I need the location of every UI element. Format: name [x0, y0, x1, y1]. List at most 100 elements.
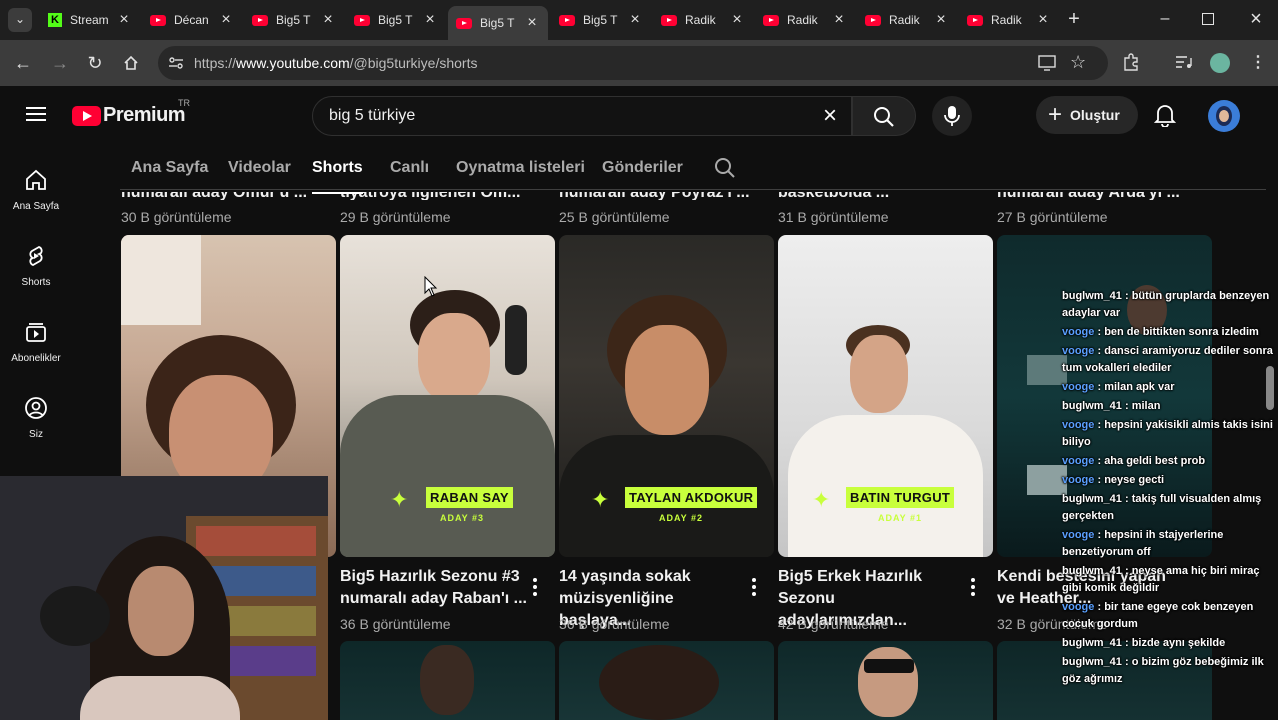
- hamburger-icon: [26, 107, 46, 121]
- chat-message: buglwm_41 : bütün gruplarda benzeyen ada…: [1062, 290, 1270, 319]
- youtube-icon: [763, 14, 779, 26]
- browser-tab[interactable]: Radik ×: [653, 6, 753, 34]
- extensions-icon[interactable]: [1122, 53, 1140, 71]
- browser-menu-button[interactable]: ⋮: [1250, 53, 1266, 73]
- close-icon[interactable]: ×: [422, 11, 438, 29]
- sidebar-item-label: Abonelikler: [11, 353, 61, 364]
- new-tab-button[interactable]: +: [1064, 8, 1084, 32]
- microphone-icon: [944, 106, 960, 126]
- close-icon[interactable]: ×: [729, 11, 745, 29]
- tab-title: Big5 T: [378, 13, 413, 27]
- bookmark-star-icon[interactable]: ☆: [1070, 52, 1086, 73]
- address-bar[interactable]: https://www.youtube.com/@big5turkiye/sho…: [158, 46, 1108, 80]
- close-icon[interactable]: ×: [116, 11, 132, 29]
- short-thumbnail[interactable]: ✦ TAYLAN AKDOKUR ADAY #2: [559, 235, 774, 557]
- browser-tab[interactable]: Radik ×: [857, 6, 957, 34]
- restore-button[interactable]: [1202, 13, 1214, 25]
- search-input[interactable]: big 5 türkiye ×: [312, 96, 852, 136]
- install-app-icon[interactable]: [1038, 55, 1056, 71]
- close-icon[interactable]: ×: [831, 11, 847, 29]
- sparkle-icon: ✦: [812, 487, 831, 512]
- menu-button[interactable]: [26, 106, 46, 122]
- browser-tab[interactable]: Décan ×: [142, 6, 242, 34]
- close-icon[interactable]: ×: [218, 11, 234, 29]
- media-control-icon[interactable]: [1175, 55, 1193, 69]
- browser-tab[interactable]: K Stream ×: [40, 6, 140, 34]
- youtube-icon: [456, 17, 472, 29]
- candidate-name: BATIN TURGUT: [846, 487, 955, 508]
- search-icon: [874, 107, 894, 127]
- youtube-icon: [150, 14, 166, 26]
- close-icon[interactable]: ×: [320, 11, 336, 29]
- chat-message: vooge : dansci aramiyoruz dediler sonra …: [1062, 345, 1273, 374]
- channel-tabs: Ana Sayfa Videolar Shorts Canlı Oynatma …: [120, 146, 1266, 194]
- tab-title: Radik: [889, 13, 920, 27]
- short-thumbnail[interactable]: [559, 641, 774, 720]
- close-icon[interactable]: ×: [627, 11, 643, 29]
- tab-title: Radik: [685, 13, 716, 27]
- stream-chat-overlay: buglwm_41 : bütün gruplarda benzeyen ada…: [1062, 288, 1276, 690]
- close-icon[interactable]: ×: [524, 14, 540, 32]
- close-icon[interactable]: ×: [933, 11, 949, 29]
- short-thumbnail[interactable]: ✦ RABAN SAY ADAY #3: [340, 235, 555, 557]
- create-label: Oluştur: [1070, 107, 1120, 123]
- search-button[interactable]: [852, 96, 916, 136]
- back-button[interactable]: ←: [12, 52, 34, 74]
- sidebar-item-label: Ana Sayfa: [12, 201, 60, 212]
- account-avatar[interactable]: [1208, 100, 1240, 132]
- tab-home[interactable]: Ana Sayfa: [131, 159, 208, 177]
- short-thumbnail[interactable]: [778, 641, 993, 720]
- tab-search-button[interactable]: ⌄: [8, 8, 32, 32]
- more-options-button[interactable]: [970, 578, 976, 599]
- browser-tab[interactable]: Big5 T ×: [346, 6, 446, 34]
- short-title[interactable]: Big5 Hazırlık Sezonu #3 numaralı aday Ra…: [340, 566, 530, 610]
- tab-videos[interactable]: Videolar: [228, 159, 291, 177]
- short-thumbnail[interactable]: [340, 641, 555, 720]
- tab-playlists[interactable]: Oynatma listeleri: [456, 159, 585, 177]
- url-text: https://www.youtube.com/@big5turkiye/sho…: [194, 55, 478, 71]
- sidebar-item-home[interactable]: Ana Sayfa: [0, 160, 72, 230]
- sidebar-item-shorts[interactable]: Shorts: [0, 236, 72, 306]
- browser-tab[interactable]: Big5 T ×: [244, 6, 344, 34]
- plus-icon: +: [1068, 8, 1080, 30]
- close-icon[interactable]: ×: [1035, 11, 1051, 29]
- browser-tab[interactable]: Radik ×: [959, 6, 1059, 34]
- close-window-button[interactable]: ×: [1247, 8, 1265, 30]
- tab-live[interactable]: Canlı: [390, 159, 429, 177]
- more-vert-icon: [532, 578, 538, 596]
- forward-button[interactable]: →: [49, 52, 71, 74]
- tab-posts[interactable]: Gönderiler: [602, 159, 683, 177]
- chat-message: vooge : bir tane egeye cok benzeyen cocu…: [1062, 601, 1254, 630]
- site-info-icon[interactable]: [168, 56, 184, 70]
- home-button[interactable]: [120, 52, 142, 74]
- mouse-cursor-icon: [424, 276, 438, 297]
- more-options-button[interactable]: [532, 578, 538, 599]
- more-vert-icon: [970, 578, 976, 596]
- candidate-name: RABAN SAY: [426, 487, 513, 508]
- voice-search-button[interactable]: [932, 96, 972, 136]
- home-icon: [26, 169, 46, 190]
- channel-search-icon[interactable]: [714, 157, 736, 179]
- more-options-button[interactable]: [751, 578, 757, 599]
- youtube-logo-icon[interactable]: [72, 106, 101, 126]
- chat-message: buglwm_41 : o bizim göz bebeğimiz ilk gö…: [1062, 656, 1264, 685]
- profile-avatar[interactable]: [1210, 53, 1230, 73]
- minimize-button[interactable]: –: [1156, 10, 1174, 30]
- browser-tab-active[interactable]: Big5 T ×: [448, 6, 548, 40]
- create-button[interactable]: + Oluştur: [1036, 96, 1138, 134]
- youtube-icon: [967, 14, 983, 26]
- youtube-logo-text[interactable]: Premium: [103, 104, 186, 127]
- tab-shorts[interactable]: Shorts: [312, 159, 363, 194]
- sidebar-item-subscriptions[interactable]: Abonelikler: [0, 312, 72, 382]
- notifications-button[interactable]: [1153, 103, 1178, 128]
- browser-tab[interactable]: Big5 T ×: [551, 6, 651, 34]
- sidebar-item-you[interactable]: Siz: [0, 388, 72, 458]
- page-scrollbar[interactable]: [1266, 366, 1274, 410]
- short-thumbnail[interactable]: ✦ BATIN TURGUT ADAY #1: [778, 235, 993, 557]
- clear-search-icon[interactable]: ×: [823, 102, 837, 130]
- reload-button[interactable]: ↻: [84, 52, 106, 74]
- arrow-left-icon: ←: [14, 53, 32, 73]
- browser-tab[interactable]: Radik ×: [755, 6, 855, 34]
- sidebar-item-label: Siz: [29, 429, 43, 440]
- tab-title: Big5 T: [583, 13, 618, 27]
